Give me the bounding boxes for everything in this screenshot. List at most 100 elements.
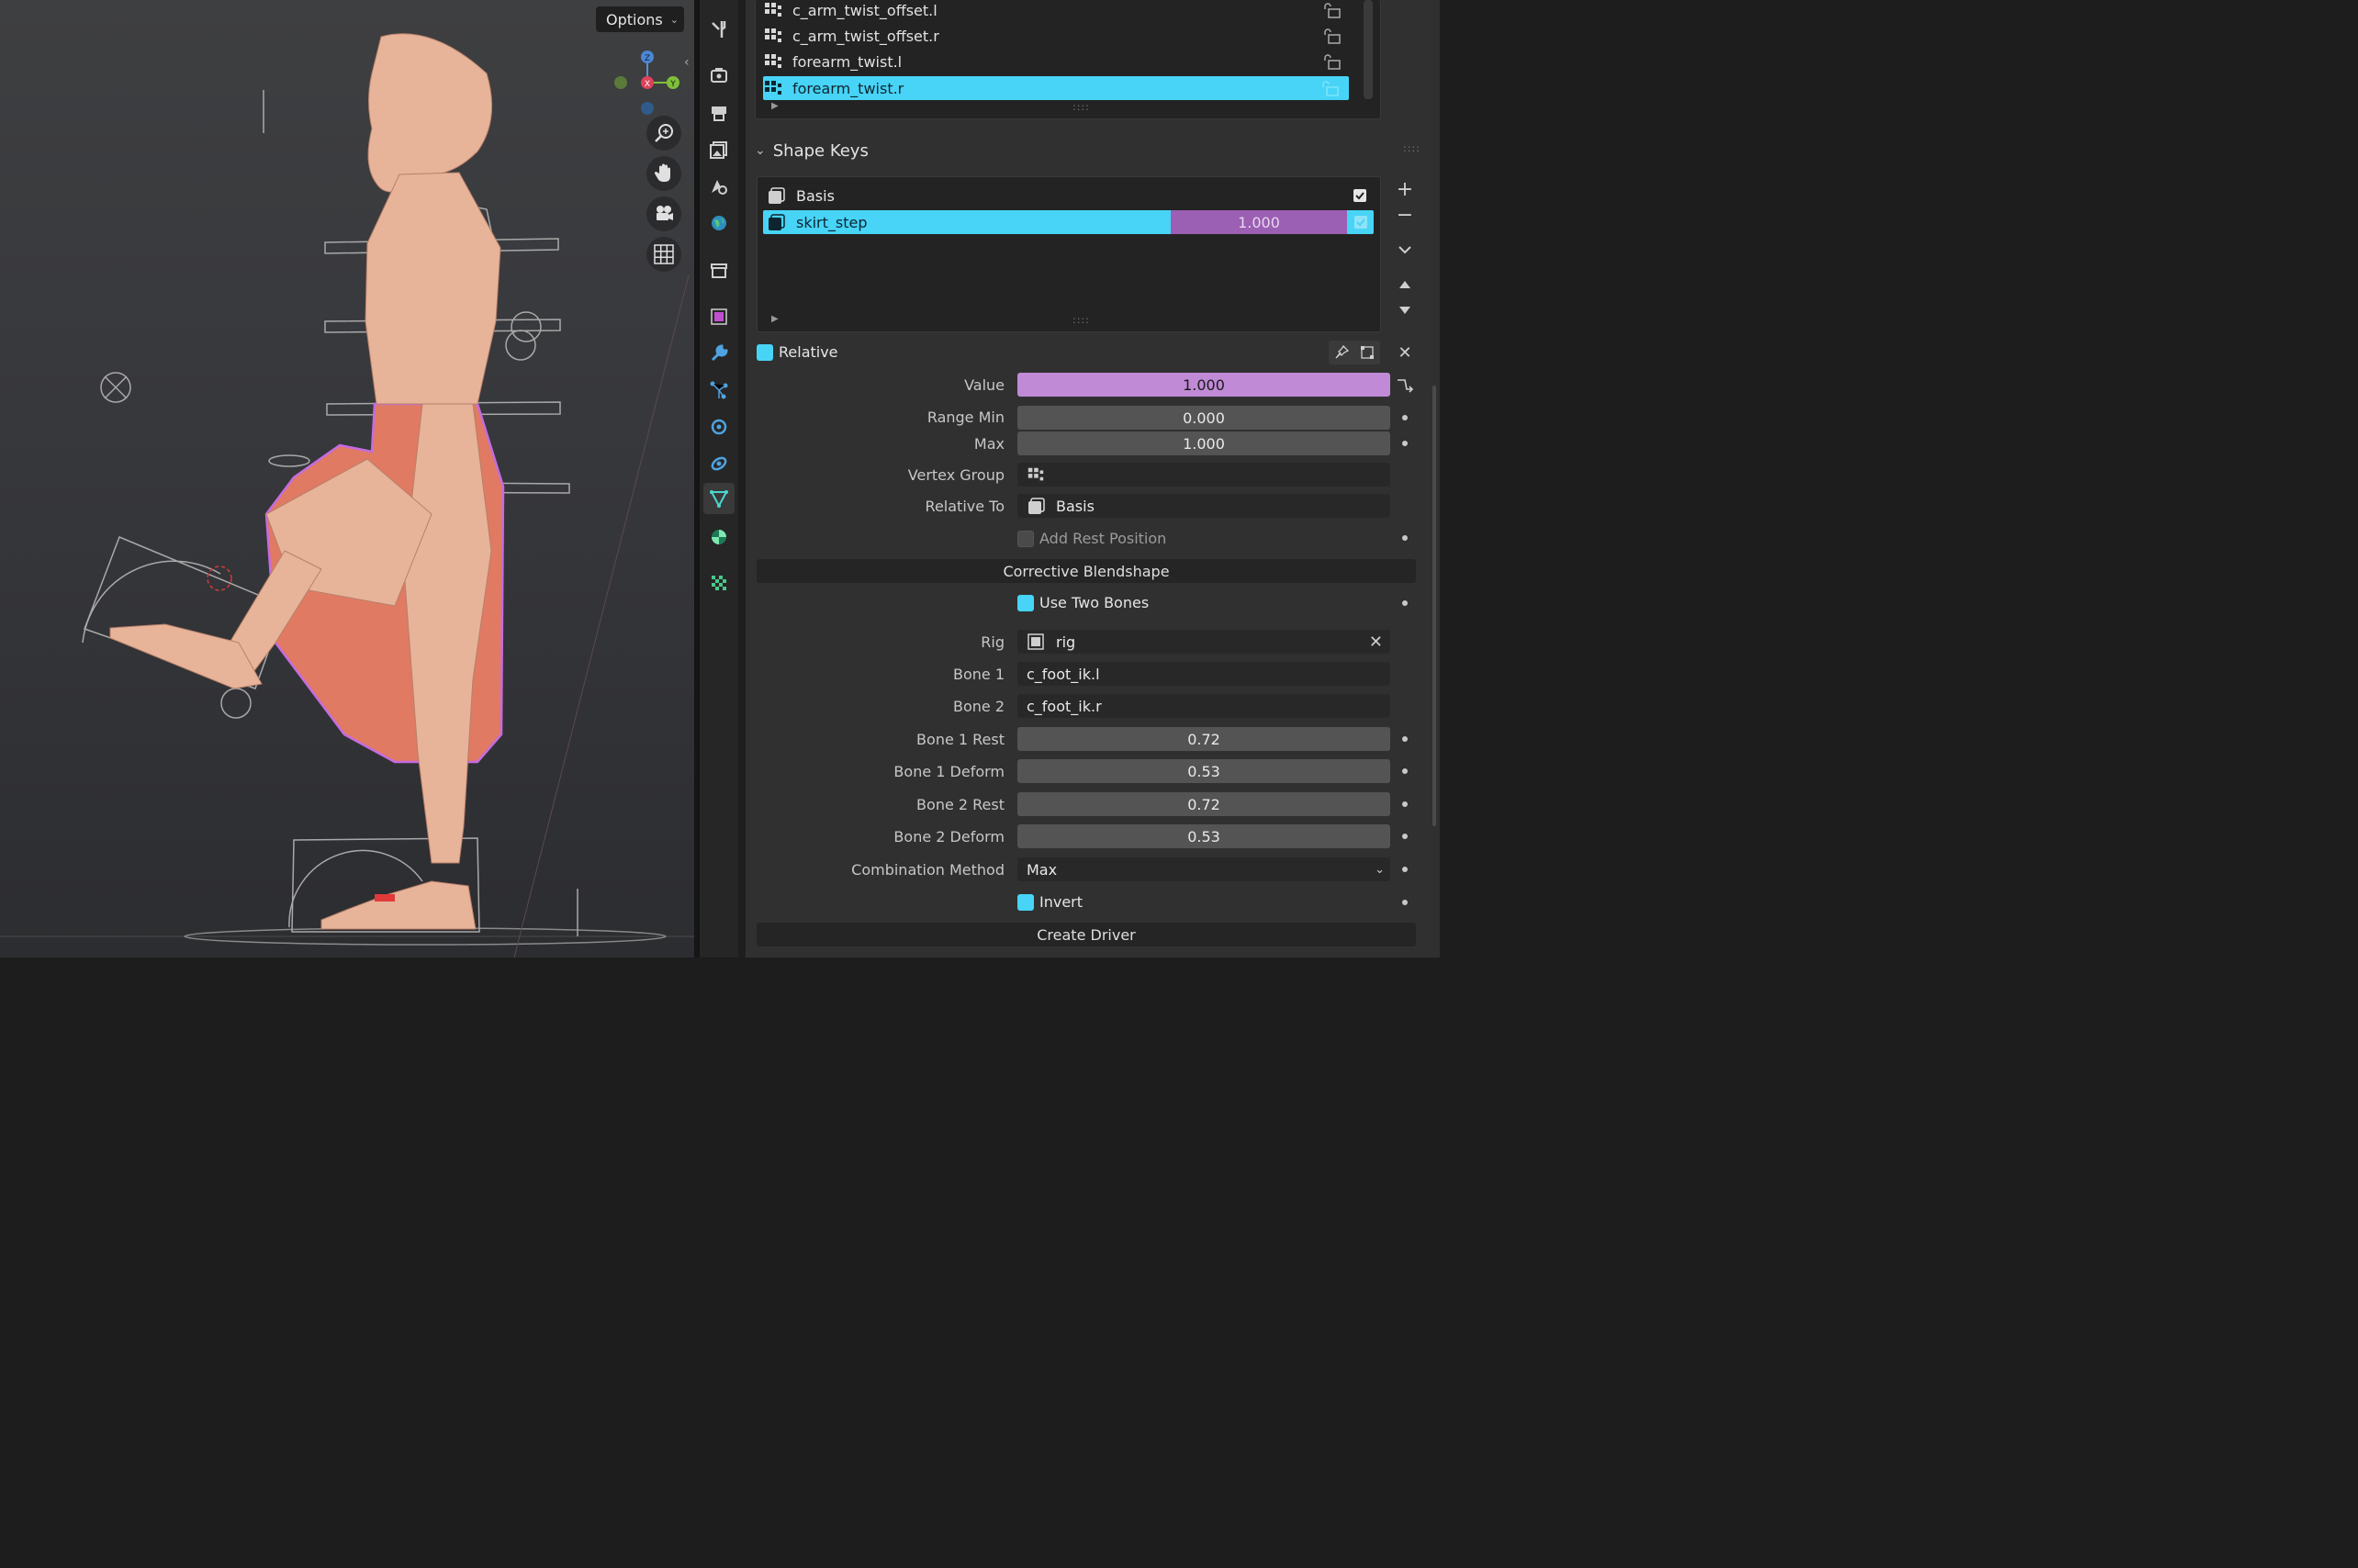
bone2-label: Bone 2 xyxy=(952,698,1005,715)
camera-icon[interactable] xyxy=(646,196,681,231)
list-expand-triangle-icon[interactable]: ▶ xyxy=(771,314,779,324)
properties-tab-strip xyxy=(700,0,738,958)
properties-scrollbar[interactable] xyxy=(1432,386,1436,826)
shape-key-item[interactable]: Basis xyxy=(767,184,1373,207)
remove-shape-key-button[interactable]: − xyxy=(1393,203,1417,227)
move-up-button[interactable] xyxy=(1393,273,1417,297)
keyframe-dot[interactable] xyxy=(1402,768,1408,774)
relative-to-label: Relative To xyxy=(925,498,1005,515)
checkbox-checked-icon[interactable] xyxy=(1353,215,1368,230)
constraints-icon[interactable] xyxy=(703,448,735,479)
unlock-icon[interactable] xyxy=(1319,80,1340,96)
unlock-icon[interactable] xyxy=(1321,28,1342,44)
modifier-icon[interactable] xyxy=(703,338,735,369)
move-down-button[interactable] xyxy=(1393,298,1417,322)
specials-menu-button[interactable] xyxy=(1393,238,1417,262)
use-two-bones-checkbox[interactable] xyxy=(1017,595,1034,611)
unlock-icon[interactable] xyxy=(1321,2,1342,18)
grid-icon[interactable] xyxy=(646,237,681,272)
invert-checkbox[interactable] xyxy=(1017,894,1034,911)
bone2-deform-field[interactable]: 0.53 xyxy=(1017,824,1390,848)
keyframe-dot[interactable] xyxy=(1402,415,1408,420)
vertex-group-item[interactable]: c_arm_twist_offset.r xyxy=(763,24,1351,48)
shape-key-item-selected[interactable]: skirt_step 1.000 xyxy=(763,210,1374,234)
pin-icon[interactable] xyxy=(1329,341,1354,364)
object-icon[interactable] xyxy=(703,301,735,332)
list-scrollbar[interactable] xyxy=(1364,0,1373,99)
shape-key-icon xyxy=(769,187,785,204)
vertex-group-icon xyxy=(765,81,781,95)
keyframe-dot[interactable] xyxy=(1402,600,1408,606)
edit-mode-icon[interactable] xyxy=(1354,341,1380,364)
output-icon[interactable] xyxy=(703,97,735,129)
character-scene xyxy=(0,33,694,958)
bone1-deform-field[interactable]: 0.53 xyxy=(1017,759,1390,783)
shape-key-lock-buttons xyxy=(1329,341,1380,364)
list-resize-grip-icon[interactable]: :::: xyxy=(1072,314,1090,326)
gizmo-y-label: Y xyxy=(669,80,676,89)
value-label: Value xyxy=(964,376,1005,394)
keyframe-dot[interactable] xyxy=(1402,867,1408,872)
keyframe-dot[interactable] xyxy=(1402,900,1408,905)
list-resize-grip-icon[interactable]: :::: xyxy=(1072,101,1090,113)
range-max-field[interactable]: 1.000 xyxy=(1017,431,1390,455)
world-icon[interactable] xyxy=(703,207,735,239)
gizmo-x-label: X xyxy=(645,80,650,89)
bone2-field[interactable]: c_foot_ik.r xyxy=(1017,694,1390,718)
collection-icon[interactable] xyxy=(703,255,735,286)
add-rest-position-label: Add Rest Position xyxy=(1039,530,1167,547)
scene-icon[interactable] xyxy=(703,171,735,202)
view-layer-icon[interactable] xyxy=(703,134,735,165)
range-min-field[interactable]: 0.000 xyxy=(1017,406,1390,430)
vertex-group-icon xyxy=(765,28,781,42)
particles-icon[interactable] xyxy=(703,375,735,406)
rig-field[interactable]: rig ✕ xyxy=(1017,630,1390,654)
checkbox-checked-icon[interactable] xyxy=(1353,188,1367,203)
vertex-group-field[interactable] xyxy=(1017,463,1390,487)
relative-checkbox[interactable] xyxy=(757,344,773,361)
list-expand-triangle-icon[interactable]: ▶ xyxy=(771,101,779,111)
relative-to-field[interactable]: Basis xyxy=(1017,494,1390,518)
add-rest-position-checkbox[interactable] xyxy=(1017,531,1034,547)
texture-icon[interactable] xyxy=(703,567,735,599)
bone2-deform-value: 0.53 xyxy=(1187,827,1220,846)
bone1-rest-field[interactable]: 0.72 xyxy=(1017,727,1390,751)
keyframe-dot[interactable] xyxy=(1402,441,1408,446)
corrective-blendshape-header: Corrective Blendshape xyxy=(757,559,1416,583)
unlock-icon[interactable] xyxy=(1321,53,1342,70)
render-icon[interactable] xyxy=(703,60,735,91)
material-icon[interactable] xyxy=(703,521,735,553)
vertex-group-item-selected[interactable]: forearm_twist.r xyxy=(763,76,1349,100)
combination-method-dropdown[interactable]: Max ⌄ xyxy=(1017,857,1390,881)
vertex-group-label: forearm_twist.l xyxy=(792,52,903,71)
vertex-group-item[interactable]: c_arm_twist_offset.l xyxy=(763,0,1351,22)
keyframe-dot[interactable] xyxy=(1402,535,1408,541)
bone2-rest-field[interactable]: 0.72 xyxy=(1017,792,1390,816)
axis-gizmo[interactable]: Z Y X xyxy=(606,44,689,127)
vertex-group-icon xyxy=(1027,467,1044,481)
bone2-rest-label: Bone 2 Rest xyxy=(916,796,1005,813)
bone1-field[interactable]: c_foot_ik.l xyxy=(1017,662,1390,686)
tool-icon[interactable] xyxy=(703,14,735,45)
3d-viewport[interactable]: Options ⌄ ‹ Z Y X xyxy=(0,0,694,958)
vertex-group-item[interactable]: forearm_twist.l xyxy=(763,50,1351,73)
value-slider[interactable]: 1.000 xyxy=(1017,373,1390,397)
object-data-icon[interactable] xyxy=(703,483,735,514)
physics-icon[interactable] xyxy=(703,411,735,442)
options-dropdown[interactable]: Options ⌄ xyxy=(596,6,684,32)
driver-arrow-icon[interactable] xyxy=(1393,373,1417,397)
keyframe-dot[interactable] xyxy=(1402,834,1408,839)
keyframe-dot[interactable] xyxy=(1402,736,1408,742)
create-driver-button[interactable]: Create Driver xyxy=(757,923,1416,946)
panel-grip-icon[interactable]: :::: xyxy=(1403,142,1420,154)
vertex-group-label: c_arm_twist_offset.l xyxy=(792,1,938,19)
shape-keys-header[interactable]: ⌄ Shape Keys xyxy=(755,136,1425,165)
clear-shape-key-button[interactable]: ✕ xyxy=(1393,341,1417,364)
hand-pan-icon[interactable] xyxy=(646,156,681,191)
shape-key-value-slider[interactable]: 1.000 xyxy=(1171,210,1347,234)
add-shape-key-button[interactable]: + xyxy=(1393,177,1417,201)
zoom-icon[interactable] xyxy=(646,116,681,151)
keyframe-dot[interactable] xyxy=(1402,801,1408,807)
chevron-down-icon: ⌄ xyxy=(669,13,679,26)
clear-rig-icon[interactable]: ✕ xyxy=(1369,633,1383,652)
